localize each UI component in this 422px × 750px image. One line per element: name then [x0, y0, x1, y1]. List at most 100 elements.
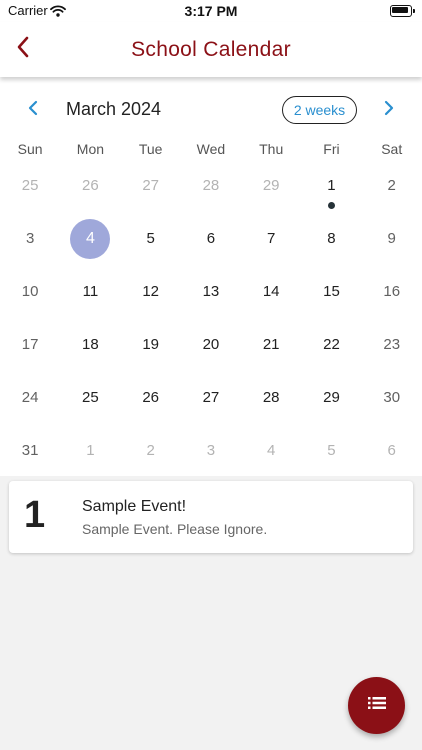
weekday-label: Tue — [138, 141, 163, 157]
battery-icon — [390, 5, 415, 17]
day-number: 21 — [262, 336, 280, 353]
day-cell[interactable]: 19 — [121, 318, 181, 371]
day-cell[interactable]: 3 — [0, 212, 60, 265]
status-bar: Carrier 3:17 PM — [0, 0, 422, 22]
day-number: 28 — [262, 389, 280, 406]
day-cell[interactable]: 4 — [241, 424, 301, 477]
weekday-label: Sat — [381, 141, 403, 157]
day-cell[interactable]: 14 — [241, 265, 301, 318]
next-month-button[interactable] — [378, 99, 400, 121]
weekday-label: Mon — [76, 141, 105, 157]
weekday-header: Sun Mon Tue Wed Thu Fri Sat — [0, 141, 422, 161]
chevron-left-icon — [28, 100, 38, 121]
day-number: 29 — [323, 389, 340, 406]
day-cell[interactable]: 23 — [362, 318, 422, 371]
day-cell[interactable]: 7 — [241, 212, 301, 265]
day-number: 4 — [267, 442, 276, 459]
day-cell[interactable]: 2 — [362, 159, 422, 212]
page-title: School Calendar — [131, 38, 291, 61]
day-number: 29 — [262, 177, 280, 194]
day-cell[interactable]: 25 — [0, 159, 60, 212]
day-cell[interactable]: 6 — [181, 212, 241, 265]
day-number: 18 — [82, 336, 99, 353]
event-title: Sample Event! — [82, 498, 187, 515]
day-cell[interactable]: 9 — [362, 212, 422, 265]
week-row: 3 4 5 6 7 8 9 — [0, 212, 422, 265]
day-cell[interactable]: 15 — [301, 265, 361, 318]
day-cell[interactable]: 27 — [121, 159, 181, 212]
day-number: 8 — [327, 230, 336, 247]
day-cell[interactable]: 1 — [60, 424, 120, 477]
week-row: 24 25 26 27 28 29 30 — [0, 371, 422, 424]
day-number: 25 — [21, 177, 39, 194]
day-cell[interactable]: 26 — [60, 159, 120, 212]
day-cell[interactable]: 26 — [121, 371, 181, 424]
day-number: 6 — [206, 230, 216, 247]
app-bar: School Calendar — [0, 22, 422, 77]
day-number: 1 — [86, 442, 95, 459]
day-cell[interactable]: 18 — [60, 318, 120, 371]
event-list-button[interactable] — [348, 677, 405, 734]
day-number: 26 — [142, 389, 159, 406]
week-row: 17 18 19 20 21 22 23 — [0, 318, 422, 371]
list-icon — [367, 695, 387, 716]
day-cell[interactable]: 10 — [0, 265, 60, 318]
weekday-label: Fri — [323, 141, 340, 157]
day-number: 16 — [383, 283, 401, 300]
day-number: 15 — [323, 283, 340, 300]
day-cell[interactable]: 11 — [60, 265, 120, 318]
day-cell[interactable]: 28 — [181, 159, 241, 212]
day-number: 30 — [383, 389, 401, 406]
day-cell[interactable]: 29 — [301, 371, 361, 424]
day-cell[interactable]: 21 — [241, 318, 301, 371]
month-nav: March 2024 2 weeks — [0, 77, 422, 143]
day-cell[interactable]: 27 — [181, 371, 241, 424]
day-cell[interactable]: 13 — [181, 265, 241, 318]
day-cell[interactable]: 30 — [362, 371, 422, 424]
day-number: 7 — [267, 230, 276, 247]
day-cell[interactable]: 12 — [121, 265, 181, 318]
day-number: 20 — [202, 336, 220, 353]
day-cell[interactable]: 3 — [181, 424, 241, 477]
day-number: 25 — [82, 389, 99, 406]
day-cell[interactable]: 8 — [301, 212, 361, 265]
days-grid: 25 26 27 28 29 1 2 3 4 5 6 7 8 9 10 11 12 13 14 15 16 17 18 19 2… — [0, 159, 422, 476]
month-title: March 2024 — [66, 99, 162, 119]
format-toggle-button[interactable]: 2 weeks — [282, 96, 357, 124]
day-cell[interactable]: 29 — [241, 159, 301, 212]
day-cell[interactable]: 17 — [0, 318, 60, 371]
day-cell[interactable]: 2 — [121, 424, 181, 477]
day-number: 26 — [82, 177, 99, 194]
day-number: 10 — [21, 283, 39, 300]
day-cell[interactable]: 25 — [60, 371, 120, 424]
day-cell[interactable]: 22 — [301, 318, 361, 371]
day-cell[interactable]: 6 — [362, 424, 422, 477]
day-cell[interactable]: 1 — [301, 159, 361, 212]
day-number: 2 — [146, 442, 155, 459]
day-number: 9 — [387, 230, 396, 247]
week-row: 10 11 12 13 14 15 16 — [0, 265, 422, 318]
day-cell[interactable]: 28 — [241, 371, 301, 424]
status-time: 3:17 PM — [184, 3, 238, 19]
week-row: 31 1 2 3 4 5 6 — [0, 424, 422, 477]
day-cell[interactable]: 16 — [362, 265, 422, 318]
event-card[interactable]: 1 Sample Event! Sample Event. Please Ign… — [9, 481, 413, 553]
day-number: 28 — [202, 177, 220, 194]
day-number: 12 — [142, 283, 159, 300]
day-number: 3 — [206, 442, 216, 459]
week-row: 25 26 27 28 29 1 2 — [0, 159, 422, 212]
day-number: 2 — [387, 177, 396, 194]
day-cell[interactable]: 31 — [0, 424, 60, 477]
day-number: 27 — [202, 389, 220, 406]
previous-month-button[interactable] — [22, 99, 44, 121]
day-cell[interactable]: 20 — [181, 318, 241, 371]
day-number: 6 — [387, 442, 396, 459]
day-cell[interactable]: 5 — [301, 424, 361, 477]
day-cell[interactable]: 24 — [0, 371, 60, 424]
day-number: 13 — [202, 283, 220, 300]
day-number: 14 — [262, 283, 280, 300]
day-cell[interactable]: 5 — [121, 212, 181, 265]
event-day-number: 1 — [24, 494, 46, 536]
chevron-right-icon — [384, 100, 394, 121]
day-cell[interactable]: 4 — [60, 212, 120, 265]
